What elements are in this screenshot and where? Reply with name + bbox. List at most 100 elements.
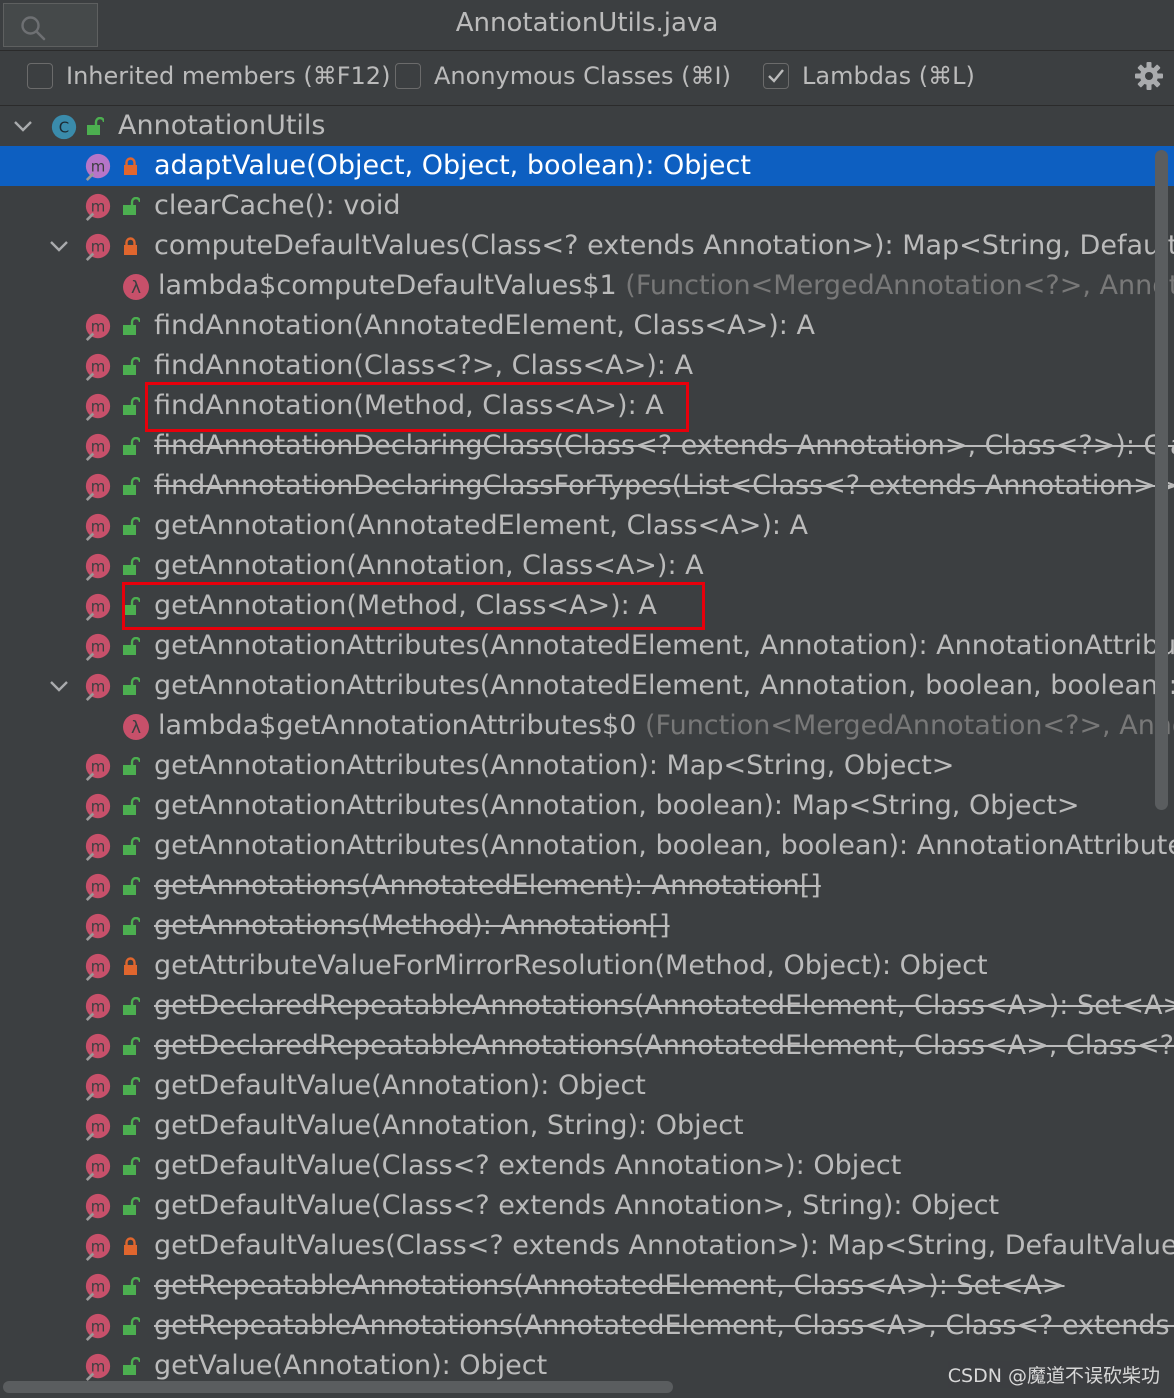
method-icon: m xyxy=(85,353,111,381)
method-icon: m xyxy=(85,673,111,701)
method-icon: m xyxy=(85,313,111,341)
lock-icon xyxy=(123,1317,140,1335)
lock-icon xyxy=(123,1197,140,1215)
tree-item-row[interactable]: getAnnotationAttributes(Annotation, bool… xyxy=(0,786,1174,826)
lambdas-checkbox[interactable] xyxy=(763,63,789,89)
tree-item-row[interactable]: computeDefaultValues(Class<? extends Ann… xyxy=(0,226,1174,266)
tree-item-label: adaptValue(Object, Object, boolean): Obj… xyxy=(154,150,751,181)
method-icon: m xyxy=(85,1073,111,1101)
tree-item-label: getAnnotationAttributes(AnnotatedElement… xyxy=(154,670,1174,701)
tree-item-row[interactable]: getDefaultValue(Class<? extends Annotati… xyxy=(0,1186,1174,1226)
tree-root-label: AnnotationUtils xyxy=(118,110,326,141)
lock-icon xyxy=(123,1277,140,1295)
tree-root-row[interactable]: C AnnotationUtils xyxy=(0,106,1174,146)
tree-item-row[interactable]: getAnnotations(AnnotatedElement): Annota… xyxy=(0,866,1174,906)
tree-item-row[interactable]: λ lambda$getAnnotationAttributes$0 (Func… xyxy=(0,706,1174,746)
tree-item-row[interactable]: getAnnotationAttributes(AnnotatedElement… xyxy=(0,626,1174,666)
tree-item-row[interactable]: getAnnotationAttributes(Annotation, bool… xyxy=(0,826,1174,866)
lock-icon xyxy=(123,757,140,775)
tree-item-row[interactable]: clearCache(): void m xyxy=(0,186,1174,226)
tree-item-row[interactable]: getDefaultValue(Class<? extends Annotati… xyxy=(0,1146,1174,1186)
tree-item-label: getAnnotation(Annotation, Class<A>): A xyxy=(154,550,704,581)
tree-item-row[interactable]: getRepeatableAnnotations(AnnotatedElemen… xyxy=(0,1266,1174,1306)
svg-text:m: m xyxy=(91,518,106,536)
inherited-members-checkbox[interactable] xyxy=(27,63,53,89)
tree-item-label: getDefaultValue(Annotation, String): Obj… xyxy=(154,1110,744,1141)
svg-text:m: m xyxy=(91,438,106,456)
anonymous-classes-label[interactable]: Anonymous Classes (⌘I) xyxy=(434,62,731,90)
gear-icon[interactable] xyxy=(1134,61,1164,91)
tree-item-row[interactable]: getDefaultValue(Annotation, String): Obj… xyxy=(0,1106,1174,1146)
window-title: AnnotationUtils.java xyxy=(455,8,719,38)
svg-text:m: m xyxy=(91,198,106,216)
svg-text:C: C xyxy=(59,119,69,137)
tree-item-label: getDefaultValue(Annotation): Object xyxy=(154,1070,646,1101)
method-icon: m xyxy=(85,393,111,421)
method-icon: m xyxy=(85,993,111,1021)
svg-text:m: m xyxy=(91,1238,106,1256)
structure-tree[interactable]: C AnnotationUtils adaptValue(Object, Obj… xyxy=(0,106,1174,1398)
method-icon: m xyxy=(85,473,111,501)
method-icon: m xyxy=(85,953,111,981)
tree-item-row[interactable]: getDefaultValue(Annotation): Object m xyxy=(0,1066,1174,1106)
svg-text:m: m xyxy=(91,478,106,496)
tree-item-row[interactable]: findAnnotation(AnnotatedElement, Class<A… xyxy=(0,306,1174,346)
method-icon: m xyxy=(85,433,111,461)
svg-text:m: m xyxy=(91,1358,106,1376)
method-icon: m xyxy=(85,873,111,901)
tree-item-label: getValue(Annotation): Object xyxy=(154,1350,548,1381)
svg-text:λ: λ xyxy=(131,278,141,298)
svg-text:m: m xyxy=(91,1278,106,1296)
method-icon: m xyxy=(85,1113,111,1141)
tree-item-label: getDefaultValue(Class<? extends Annotati… xyxy=(154,1190,1000,1221)
method-icon: m xyxy=(85,1193,111,1221)
svg-text:m: m xyxy=(91,398,106,416)
lock-icon xyxy=(123,837,140,855)
tree-item-label: getAnnotationAttributes(AnnotatedElement… xyxy=(154,630,1174,661)
method-icon: m xyxy=(85,753,111,781)
chevron-down-icon[interactable] xyxy=(48,236,70,256)
method-icon: m xyxy=(85,1153,111,1181)
svg-text:m: m xyxy=(91,918,106,936)
tree-item-row[interactable]: getAnnotations(Method): Annotation[] m xyxy=(0,906,1174,946)
tree-item-row[interactable]: getRepeatableAnnotations(AnnotatedElemen… xyxy=(0,1306,1174,1346)
lock-icon xyxy=(123,877,140,895)
class-icon: C xyxy=(51,114,77,140)
tree-item-row[interactable]: findAnnotationDeclaringClass(Class<? ext… xyxy=(0,426,1174,466)
tree-item-row[interactable]: getDefaultValues(Class<? extends Annotat… xyxy=(0,1226,1174,1266)
lambdas-label[interactable]: Lambdas (⌘L) xyxy=(802,62,975,90)
tree-item-row[interactable]: findAnnotation(Class<?>, Class<A>): A m xyxy=(0,346,1174,386)
method-icon: m xyxy=(85,913,111,941)
tree-item-row[interactable]: findAnnotationDeclaringClassForTypes(Lis… xyxy=(0,466,1174,506)
tree-item-row[interactable]: getAnnotation(Annotation, Class<A>): A m xyxy=(0,546,1174,586)
svg-text:m: m xyxy=(91,1198,106,1216)
tree-item-label: getDefaultValue(Class<? extends Annotati… xyxy=(154,1150,902,1181)
svg-text:m: m xyxy=(91,758,106,776)
anonymous-classes-checkbox[interactable] xyxy=(395,63,421,89)
method-icon: m xyxy=(85,1273,111,1301)
horizontal-scrollbar[interactable] xyxy=(3,1381,673,1393)
svg-text:λ: λ xyxy=(131,718,141,738)
tree-item-row[interactable]: getAnnotationAttributes(Annotation): Map… xyxy=(0,746,1174,786)
tree-item-label: getAnnotationAttributes(Annotation): Map… xyxy=(154,750,955,781)
title-bar: AnnotationUtils.java xyxy=(0,0,1174,51)
watermark: CSDN @魔道不误砍柴功 xyxy=(947,1361,1160,1388)
lock-icon xyxy=(123,437,140,455)
svg-text:m: m xyxy=(91,598,106,616)
lambda-name: lambda$getAnnotationAttributes$0 xyxy=(158,710,637,741)
inherited-members-label[interactable]: Inherited members (⌘F12) xyxy=(66,62,390,90)
lock-icon xyxy=(123,517,140,535)
svg-text:m: m xyxy=(91,1118,106,1136)
vertical-scrollbar[interactable] xyxy=(1155,150,1168,810)
tree-item-row[interactable]: getAttributeValueForMirrorResolution(Met… xyxy=(0,946,1174,986)
chevron-down-icon[interactable] xyxy=(48,676,70,696)
tree-item-row[interactable]: getAnnotation(AnnotatedElement, Class<A>… xyxy=(0,506,1174,546)
lambda-name: lambda$computeDefaultValues$1 xyxy=(158,270,617,301)
tree-item-row[interactable]: getDeclaredRepeatableAnnotations(Annotat… xyxy=(0,986,1174,1026)
tree-item-row[interactable]: getDeclaredRepeatableAnnotations(Annotat… xyxy=(0,1026,1174,1066)
tree-item-label-deprecated: findAnnotationDeclaringClass(Class<? ext… xyxy=(154,430,1174,461)
tree-item-row[interactable]: adaptValue(Object, Object, boolean): Obj… xyxy=(0,146,1174,186)
tree-item-row[interactable]: λ lambda$computeDefaultValues$1 (Functio… xyxy=(0,266,1174,306)
chevron-down-icon[interactable] xyxy=(12,116,34,136)
tree-item-row[interactable]: getAnnotationAttributes(AnnotatedElement… xyxy=(0,666,1174,706)
